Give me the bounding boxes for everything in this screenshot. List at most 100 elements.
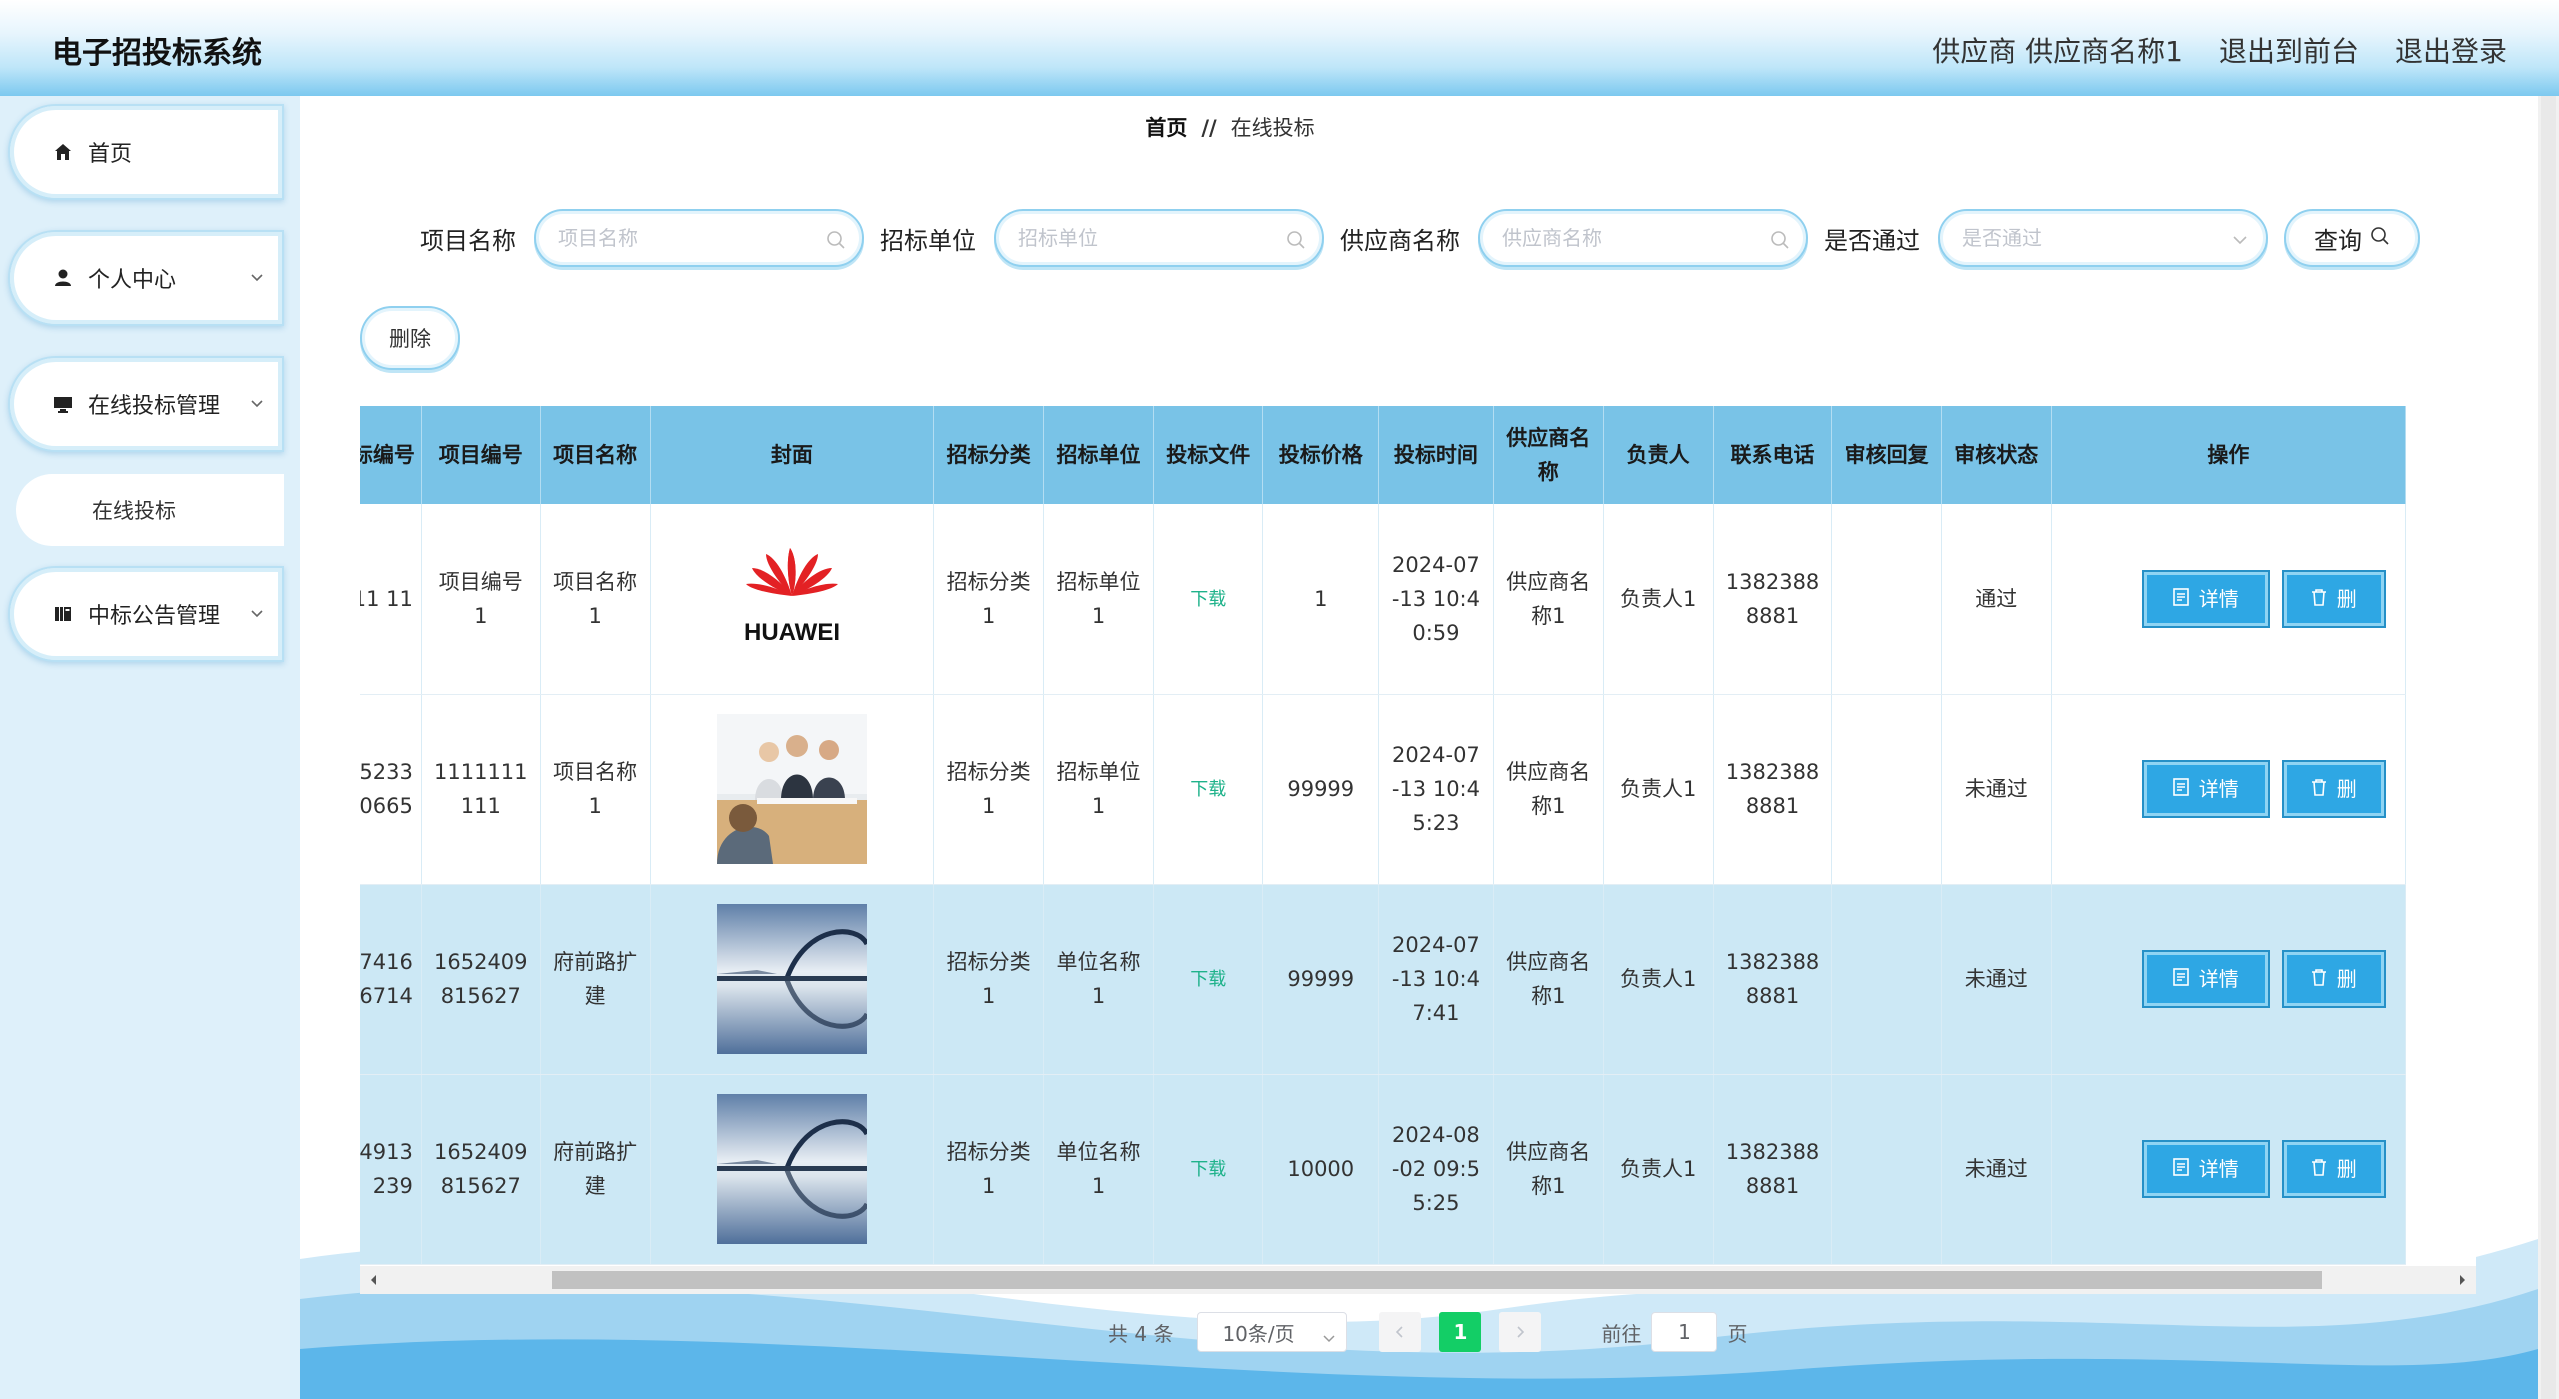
sidebar-item-home[interactable]: 首页 — [8, 104, 284, 200]
download-link[interactable]: 下载 — [1190, 779, 1226, 800]
trash-icon — [2311, 582, 2327, 616]
breadcrumb-separator: // — [1201, 116, 1217, 140]
document-icon — [2172, 582, 2189, 616]
download-link[interactable]: 下载 — [1190, 1159, 1226, 1180]
delete-label: 删 — [2336, 1157, 2357, 1181]
delete-row-button[interactable]: 删 — [2283, 571, 2384, 626]
detail-label: 详情 — [2198, 586, 2239, 611]
breadcrumb-home[interactable]: 首页 — [1145, 116, 1187, 140]
next-page-button[interactable] — [1499, 1312, 1542, 1352]
bid-unit-field[interactable] — [994, 209, 1324, 267]
cell-time: 2024-07 -13 10:4 0:59 — [1378, 504, 1494, 695]
passed-select[interactable] — [1938, 209, 2268, 267]
cell-unit: 单位名称 1 — [1043, 884, 1154, 1075]
current-user-label[interactable]: 供应商 供应商名称1 — [1932, 30, 2183, 70]
sidebar-item-personal-center[interactable]: 个人中心 — [8, 230, 284, 326]
scroll-left-icon[interactable] — [366, 1272, 382, 1288]
cell-project-name: 项目名称 1 — [540, 504, 651, 695]
document-icon — [2172, 962, 2189, 996]
cell-cover — [650, 694, 935, 885]
scroll-right-icon[interactable] — [2454, 1272, 2470, 1288]
detail-label: 详情 — [2198, 967, 2239, 991]
col-header: 联系电话 — [1713, 406, 1833, 504]
monitor-icon — [52, 393, 74, 415]
cell-no: 2513 5233 0665 — [360, 694, 422, 885]
sidebar-item-label: 首页 — [88, 142, 133, 167]
trash-icon — [2311, 1152, 2327, 1186]
search-icon — [2370, 224, 2390, 252]
sidebar-item-online-bid[interactable]: 在线投标 — [16, 474, 284, 546]
detail-label: 详情 — [2198, 777, 2239, 801]
project-name-input[interactable] — [536, 211, 862, 265]
detail-button[interactable]: 详情 — [2143, 571, 2268, 626]
cell-category: 招标分类 1 — [933, 884, 1045, 1075]
supplier-name-field[interactable] — [1478, 209, 1808, 267]
supplier-name-input[interactable] — [1480, 211, 1806, 265]
trash-icon — [2311, 962, 2327, 996]
prev-page-button[interactable] — [1379, 1312, 1422, 1352]
search-icon — [826, 230, 846, 250]
project-name-field[interactable] — [534, 209, 864, 267]
cell-project-no: 1652409 815627 — [421, 1074, 541, 1265]
detail-button[interactable]: 详情 — [2143, 762, 2268, 816]
total-count: 共 4 条 — [1108, 1321, 1174, 1346]
cell-cover — [650, 884, 935, 1075]
book-icon — [52, 603, 74, 625]
cell-owner: 负责人1 — [1603, 694, 1714, 885]
download-link[interactable]: 下载 — [1190, 589, 1226, 610]
query-button[interactable]: 查询 — [2284, 209, 2420, 267]
sidebar-item-label: 在线投标 — [92, 499, 176, 523]
batch-delete-button[interactable]: 删除 — [360, 306, 460, 370]
chevron-down-icon — [250, 266, 264, 282]
page-scrollbar-thumb[interactable] — [2541, 96, 2556, 1399]
passed-select-input[interactable] — [1940, 211, 2266, 265]
detail-button[interactable]: 详情 — [2143, 1142, 2268, 1196]
page-size-value: 10条/页 — [1222, 1321, 1295, 1346]
query-button-label: 查询 — [2314, 226, 2362, 255]
sidebar: 首页 个人中心 在线投标管理 在线投标 中标公告管理 — [0, 96, 300, 1399]
logout-link[interactable]: 退出登录 — [2395, 30, 2507, 70]
table-horizontal-scrollbar[interactable] — [360, 1266, 2476, 1294]
page-vertical-scrollbar[interactable] — [2538, 96, 2559, 1399]
cell-price: 99999 — [1262, 694, 1380, 885]
sidebar-item-label: 个人中心 — [88, 268, 177, 293]
chevron-left-icon — [1393, 1320, 1407, 1344]
download-link[interactable]: 下载 — [1190, 969, 1226, 990]
document-icon — [2172, 1152, 2189, 1186]
cell-category: 招标分类 1 — [933, 1074, 1045, 1265]
cell-status: 未通过 — [1941, 694, 2052, 885]
cell-reply — [1831, 884, 1942, 1075]
bid-unit-label: 招标单位 — [880, 226, 976, 255]
back-to-front-link[interactable]: 退出到前台 — [2219, 30, 2359, 70]
page-suffix: 页 — [1727, 1321, 1748, 1346]
cell-owner: 负责人1 — [1603, 1074, 1714, 1265]
delete-row-button[interactable]: 删 — [2283, 1142, 2384, 1196]
col-header: 投标价格 — [1262, 406, 1380, 504]
delete-row-button[interactable]: 删 — [2283, 952, 2384, 1006]
delete-label: 删 — [2336, 967, 2357, 991]
col-header: 项目名称 — [540, 406, 651, 504]
page-size-select[interactable]: 10条/页 — [1197, 1312, 1348, 1352]
sidebar-item-award-notice[interactable]: 中标公告管理 — [8, 566, 284, 662]
bid-table: 标编号 项目编号 项目名称 封面 招标分类 招标单位 投标文件 投标价格 投标时… — [360, 406, 2476, 1294]
bridge-photo — [716, 904, 867, 1054]
cell-project-name: 府前路扩 建 — [540, 1074, 651, 1265]
main-content: 首页 // 在线投标 项目名称 招标单位 供应商名称 是否通过 查询 删除 — [300, 96, 2538, 1399]
cell-file: 下载 — [1153, 504, 1264, 695]
bid-unit-input[interactable] — [996, 211, 1322, 265]
goto-page-input[interactable]: 1 — [1651, 1312, 1718, 1352]
sidebar-item-bid-management[interactable]: 在线投标管理 — [8, 356, 284, 452]
cell-supplier: 供应商名 称1 — [1493, 1074, 1604, 1265]
cell-category: 招标分类 1 — [933, 504, 1045, 695]
chevron-down-icon — [2230, 230, 2250, 250]
delete-row-button[interactable]: 删 — [2283, 762, 2384, 816]
scrollbar-thumb[interactable] — [552, 1271, 2322, 1289]
page-number-current[interactable]: 1 — [1439, 1312, 1482, 1352]
cell-project-name: 府前路扩 建 — [540, 884, 651, 1075]
huawei-logo: HUAWEI — [744, 547, 840, 646]
trash-icon — [2311, 772, 2327, 806]
detail-button[interactable]: 详情 — [2143, 952, 2268, 1006]
cell-time: 2024-08 -02 09:5 5:25 — [1378, 1074, 1494, 1265]
col-header: 投标文件 — [1153, 406, 1264, 504]
cell-unit: 招标单位 1 — [1043, 504, 1154, 695]
